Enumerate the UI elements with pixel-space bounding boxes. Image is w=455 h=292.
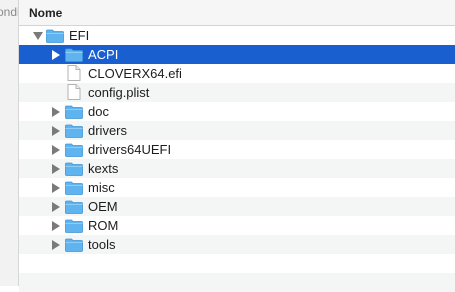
sidebar-clipped-label: ondi xyxy=(0,5,19,19)
row-name: kexts xyxy=(88,161,119,176)
row-name: EFI xyxy=(69,28,90,43)
row-name: doc xyxy=(88,104,109,119)
row-name: drivers xyxy=(88,123,128,138)
row-name: drivers64UEFI xyxy=(88,142,172,157)
row-name: ACPI xyxy=(88,47,119,62)
disclosure-triangle-collapsed-icon[interactable] xyxy=(52,145,60,155)
disclosure-triangle-collapsed-icon[interactable] xyxy=(52,183,60,193)
table-row[interactable]: doc xyxy=(19,102,455,121)
table-row[interactable]: kexts xyxy=(19,159,455,178)
table-row[interactable]: drivers64UEFI xyxy=(19,140,455,159)
table-row[interactable]: EFI xyxy=(19,26,455,45)
table-row[interactable]: ACPI xyxy=(19,45,455,64)
disclosure-triangle-collapsed-icon[interactable] xyxy=(52,107,60,117)
table-row[interactable]: OEM xyxy=(19,197,455,216)
table-row[interactable]: misc xyxy=(19,178,455,197)
table-row[interactable]: CLOVERX64.efi xyxy=(19,64,455,83)
disclosure-triangle-collapsed-icon[interactable] xyxy=(52,164,60,174)
table-row[interactable]: tools xyxy=(19,235,455,254)
row-name: OEM xyxy=(88,199,118,214)
row-name: CLOVERX64.efi xyxy=(88,66,182,81)
sidebar-pane: ondi xyxy=(0,0,19,286)
row-name: misc xyxy=(88,180,115,195)
column-header-name[interactable]: Nome xyxy=(19,0,455,26)
table-row[interactable]: drivers xyxy=(19,121,455,140)
empty-row xyxy=(19,273,455,292)
empty-row xyxy=(19,254,455,273)
disclosure-triangle-expanded-icon[interactable] xyxy=(33,32,43,40)
disclosure-triangle-collapsed-icon[interactable] xyxy=(52,240,60,250)
row-name: tools xyxy=(88,237,116,252)
file-list: EFI ACPI CLOVERX64.efi config.plist doc drive… xyxy=(19,26,455,292)
disclosure-triangle-collapsed-icon[interactable] xyxy=(52,202,60,212)
disclosure-triangle-collapsed-icon[interactable] xyxy=(52,221,60,231)
row-name: ROM xyxy=(88,218,119,233)
table-row[interactable]: config.plist xyxy=(19,83,455,102)
column-header-label: Nome xyxy=(29,6,63,20)
disclosure-triangle-collapsed-icon[interactable] xyxy=(52,126,60,136)
table-row[interactable]: ROM xyxy=(19,216,455,235)
disclosure-triangle-collapsed-icon[interactable] xyxy=(52,50,60,60)
row-name: config.plist xyxy=(88,85,150,100)
